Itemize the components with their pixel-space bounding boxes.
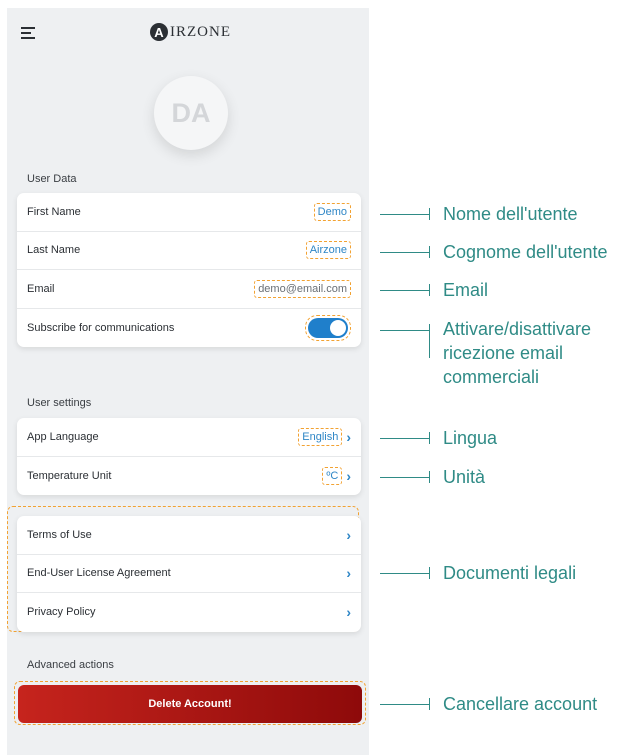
avatar[interactable]: DA bbox=[154, 76, 228, 150]
annotation-subscribe-3: commerciali bbox=[443, 367, 540, 387]
callout-bracket bbox=[429, 324, 430, 358]
terms-of-use-label: Terms of Use bbox=[27, 528, 92, 541]
privacy-policy-label: Privacy Policy bbox=[27, 606, 96, 619]
callout-line bbox=[380, 567, 430, 579]
delete-account-button[interactable]: Delete Account! bbox=[18, 685, 362, 723]
annotation-subscribe-1: Attivare/disattivare bbox=[443, 319, 592, 339]
temperature-unit-label: Temperature Unit bbox=[27, 469, 112, 482]
annotation-legal: Documenti legali bbox=[443, 563, 577, 583]
first-name-label: First Name bbox=[27, 205, 81, 218]
app-language-label: App Language bbox=[27, 430, 99, 443]
eula-label: End-User License Agreement bbox=[27, 567, 171, 580]
chevron-right-icon: › bbox=[346, 604, 351, 621]
email-row[interactable]: Email demo@email.com bbox=[17, 270, 361, 309]
callout-line bbox=[380, 471, 430, 483]
callout-line bbox=[380, 432, 430, 444]
first-name-row[interactable]: First Name Demo bbox=[17, 193, 361, 232]
chevron-right-icon: › bbox=[346, 428, 351, 445]
annotation-email: Email bbox=[443, 280, 489, 300]
annotation-first-name: Nome dell'utente bbox=[443, 204, 578, 224]
email-value[interactable]: demo@email.com bbox=[254, 279, 351, 298]
chevron-right-icon: › bbox=[346, 565, 351, 582]
subscribe-label: Subscribe for communications bbox=[27, 321, 175, 334]
subscribe-row: Subscribe for communications bbox=[17, 309, 361, 348]
email-label: Email bbox=[27, 282, 55, 295]
app-language-value: English bbox=[298, 427, 343, 446]
airzone-logo: A IRZONE bbox=[150, 22, 231, 42]
chevron-right-icon: › bbox=[346, 526, 351, 543]
hamburger-menu-icon[interactable] bbox=[21, 27, 35, 39]
legal-card: Terms of Use › End-User License Agreemen… bbox=[17, 516, 361, 632]
annotation-delete: Cancellare account bbox=[443, 694, 598, 714]
last-name-value[interactable]: Airzone bbox=[305, 241, 351, 260]
annotation-unit: Unità bbox=[443, 467, 486, 487]
eula-row[interactable]: End-User License Agreement › bbox=[17, 555, 361, 593]
logo-text: IRZONE bbox=[170, 23, 231, 40]
app-language-row[interactable]: App Language English › bbox=[17, 418, 361, 457]
subscribe-toggle-wrapper bbox=[305, 314, 351, 341]
chevron-right-icon: › bbox=[346, 467, 351, 484]
terms-of-use-row[interactable]: Terms of Use › bbox=[17, 516, 361, 555]
user-data-card: First Name Demo Last Name Airzone Email … bbox=[17, 193, 361, 347]
callout-line bbox=[380, 698, 430, 710]
annotation-language: Lingua bbox=[443, 428, 498, 448]
temperature-unit-value: ºC bbox=[322, 466, 343, 485]
annotation-subscribe-2: ricezione email bbox=[443, 343, 564, 363]
callout-line bbox=[380, 284, 430, 296]
section-title-user-data: User Data bbox=[27, 173, 77, 185]
callout-line bbox=[380, 324, 430, 336]
logo-letter: A bbox=[150, 23, 168, 41]
temperature-unit-row[interactable]: Temperature Unit ºC › bbox=[17, 457, 361, 496]
last-name-label: Last Name bbox=[27, 244, 81, 257]
section-title-advanced-actions: Advanced actions bbox=[27, 659, 114, 671]
subscribe-toggle[interactable] bbox=[308, 317, 348, 338]
callout-line bbox=[380, 208, 430, 220]
first-name-value[interactable]: Demo bbox=[313, 202, 351, 221]
callout-line bbox=[380, 246, 430, 258]
user-settings-card: App Language English › Temperature Unit … bbox=[17, 418, 361, 495]
privacy-policy-row[interactable]: Privacy Policy › bbox=[17, 593, 361, 632]
last-name-row[interactable]: Last Name Airzone bbox=[17, 232, 361, 270]
toggle-knob bbox=[330, 319, 346, 336]
section-title-user-settings: User settings bbox=[27, 397, 92, 409]
annotation-last-name: Cognome dell'utente bbox=[443, 242, 608, 262]
app-screen: A IRZONE DA bbox=[7, 8, 369, 755]
